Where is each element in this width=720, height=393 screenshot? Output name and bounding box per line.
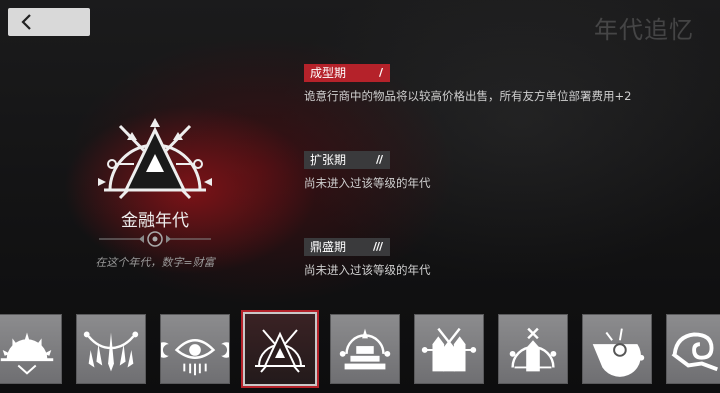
era-card[interactable] — [330, 314, 400, 384]
stage-tag-peak: 鼎盛期 /// — [304, 237, 390, 256]
finance-triangle-era-icon — [255, 329, 305, 373]
era-card[interactable] — [666, 314, 720, 384]
stage-formative: 成型期 / 诡意行商中的物品将以较高价格出售，所有友方单位部署费用+2 — [304, 62, 631, 104]
back-button[interactable] — [8, 8, 90, 36]
stage-effect-text: 尚未进入过该等级的年代 — [304, 262, 431, 277]
era-card[interactable] — [414, 314, 484, 384]
stage-level-marks: / — [378, 66, 383, 79]
spiked-crown-era-icon — [83, 331, 139, 372]
chevron-left-icon — [21, 14, 31, 30]
era-description: 在这个年代，数字=财富 — [95, 256, 215, 269]
era-card[interactable] — [582, 314, 652, 384]
spiral-horn-era-icon — [671, 332, 719, 372]
stage-level-marks: // — [375, 153, 383, 166]
stage-effect-text: 尚未进入过该等级的年代 — [304, 175, 431, 190]
broken-machine-era-icon — [592, 328, 645, 377]
era-card[interactable] — [0, 314, 62, 384]
finance-era-emblem-icon — [98, 118, 212, 200]
stage-expansion: 扩张期 // 尚未进入过该等级的年代 — [304, 149, 431, 191]
era-card-selected[interactable] — [243, 312, 317, 386]
stage-label: 鼎盛期 — [310, 240, 347, 254]
stage-tag-formative: 成型期 / — [304, 63, 390, 82]
era-card[interactable] — [498, 314, 568, 384]
sunrise-crown-era-icon — [0, 332, 54, 375]
stepped-temple-era-icon — [339, 328, 391, 370]
stage-tag-expansion: 扩张期 // — [304, 150, 390, 169]
era-card-strip — [0, 312, 720, 386]
stage-level-marks: /// — [372, 240, 383, 253]
arched-tower-era-icon — [509, 327, 557, 372]
era-card[interactable] — [155, 314, 235, 384]
stage-label: 扩张期 — [310, 153, 347, 167]
twin-tower-era-icon — [421, 327, 477, 372]
page-title: 年代追忆 — [594, 16, 694, 44]
era-card[interactable] — [76, 314, 146, 384]
stage-label: 成型期 — [310, 66, 347, 80]
stage-effect-text: 诡意行商中的物品将以较高价格出售，所有友方单位部署费用+2 — [304, 88, 632, 103]
eye-moons-era-icon — [155, 339, 235, 376]
ornament-divider-icon — [99, 231, 211, 247]
stage-peak: 鼎盛期 /// 尚未进入过该等级的年代 — [304, 236, 431, 278]
